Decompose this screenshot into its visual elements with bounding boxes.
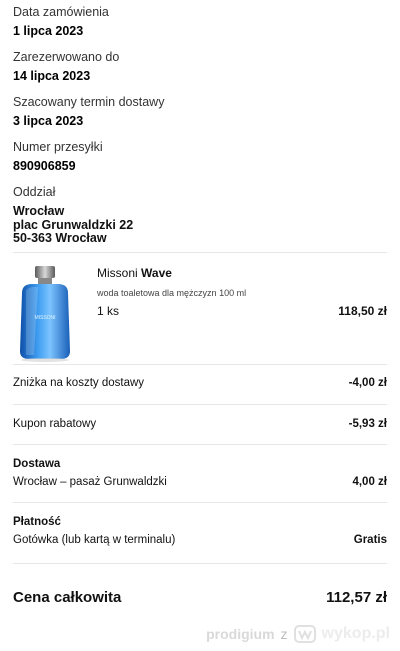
- estimated-delivery-block: Szacowany termin dostawy 3 lipca 2023: [13, 94, 164, 129]
- tracking-number-value[interactable]: 890906859: [13, 158, 103, 174]
- branch-address-line: 50-363 Wrocław: [13, 231, 107, 245]
- product-price: 118,50 zł: [338, 304, 387, 318]
- order-date-block: Data zamówienia 1 lipca 2023: [13, 4, 109, 39]
- payment-cost: Gratis: [353, 534, 387, 546]
- delivery-place: Wrocław – pasaż Grunwaldzki: [13, 476, 167, 488]
- tracking-number-label: Numer przesyłki: [13, 140, 103, 154]
- wykop-logo-icon: [293, 625, 316, 643]
- reserved-until-value: 14 lipca 2023: [13, 69, 91, 83]
- shipping-discount-label: Zniżka na koszty dostawy: [13, 377, 145, 389]
- branch-address-line: Wrocław: [13, 204, 65, 218]
- coupon-value: -5,93 zł: [348, 418, 387, 430]
- divider: [13, 444, 387, 445]
- product-image[interactable]: MISSONI: [14, 263, 76, 363]
- reserved-until-label: Zarezerwowano do: [13, 50, 120, 64]
- wykop-watermark: prodigium z wykop.pl: [206, 625, 390, 643]
- payment-title: Płatność: [13, 516, 61, 528]
- branch-label: Oddział: [13, 185, 56, 199]
- estimated-delivery-value: 3 lipca 2023: [13, 114, 84, 128]
- watermark-site: wykop.pl: [321, 625, 390, 642]
- branch-address: Wrocław plac Grunwaldzki 22 50-363 Wrocł…: [13, 204, 134, 246]
- total-value: 112,57 zł: [326, 589, 387, 606]
- payment-method: Gotówka (lub kartą w terminalu): [13, 534, 176, 546]
- reserved-until-block: Zarezerwowano do 14 lipca 2023: [13, 49, 119, 84]
- product-brand: Missoni: [97, 266, 138, 280]
- order-date-value: 1 lipca 2023: [13, 24, 84, 38]
- product-name[interactable]: Missoni Wave: [97, 266, 172, 280]
- delivery-cost: 4,00 zł: [352, 476, 387, 488]
- coupon-label: Kupon rabatowy: [13, 418, 97, 430]
- divider: [13, 404, 387, 405]
- product-description: woda toaletowa dla mężczyzn 100 ml: [97, 288, 247, 298]
- shipping-discount-value: -4,00 zł: [348, 377, 387, 389]
- branch-block: Oddział Wrocław plac Grunwaldzki 22 50-3…: [13, 184, 133, 246]
- product-model: Wave: [141, 266, 172, 280]
- divider: [13, 364, 387, 365]
- svg-text:MISSONI: MISSONI: [34, 315, 55, 321]
- watermark-user: prodigium: [206, 626, 275, 642]
- divider: [13, 252, 387, 253]
- tracking-number-block: Numer przesyłki 890906859: [13, 139, 103, 174]
- divider: [13, 563, 387, 564]
- divider: [13, 502, 387, 503]
- branch-address-line: plac Grunwaldzki 22: [13, 217, 134, 232]
- delivery-title: Dostawa: [13, 458, 61, 470]
- watermark-z: z: [280, 626, 288, 642]
- estimated-delivery-label: Szacowany termin dostawy: [13, 95, 165, 109]
- total-label: Cena całkowita: [13, 589, 122, 606]
- product-quantity: 1 ks: [97, 304, 120, 318]
- order-date-label: Data zamówienia: [13, 5, 109, 19]
